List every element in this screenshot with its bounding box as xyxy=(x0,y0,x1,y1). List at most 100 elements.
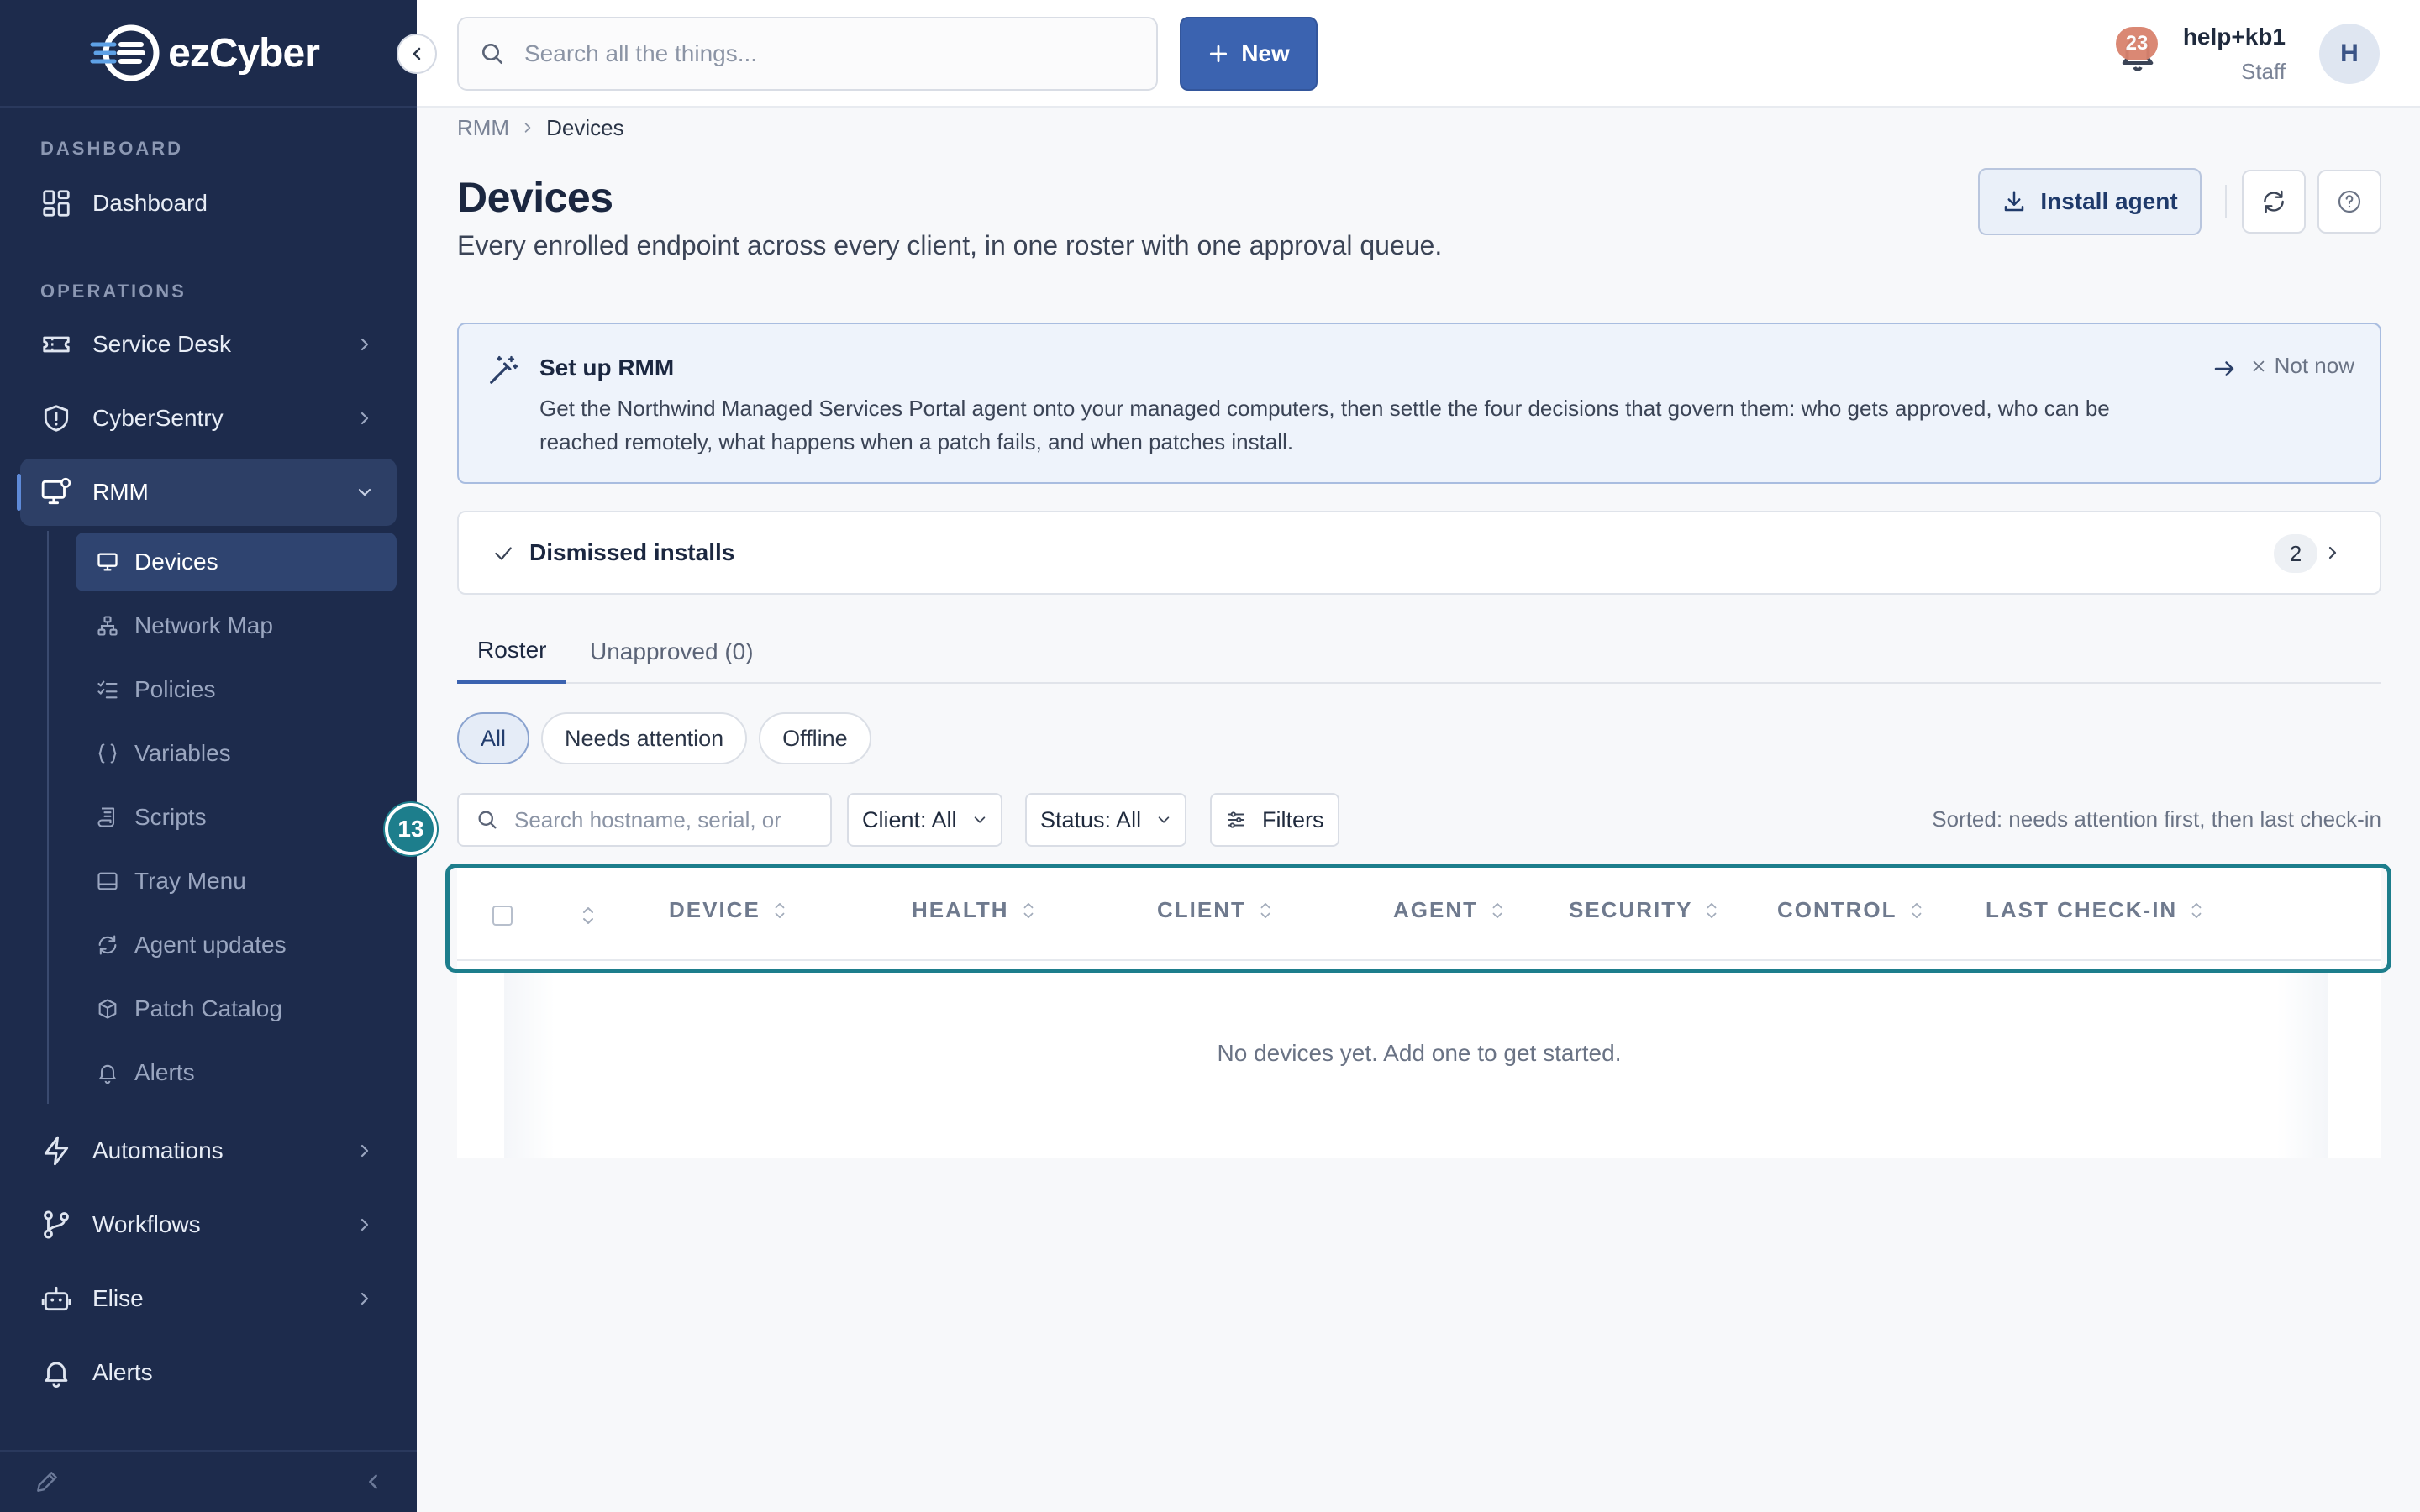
branch-icon xyxy=(44,1210,69,1239)
sidebar-item-workflows[interactable]: Workflows xyxy=(20,1191,397,1258)
app-logo[interactable]: ezCyber xyxy=(89,23,320,83)
pencil-icon[interactable] xyxy=(34,1468,60,1495)
breadcrumb-devices: Devices xyxy=(546,114,624,140)
sidebar-subitem-variables[interactable]: Variables xyxy=(76,724,397,783)
sidebar-subitem-patch-catalog[interactable]: Patch Catalog xyxy=(76,979,397,1038)
dismissed-installs-row[interactable]: Dismissed installs 2 xyxy=(457,511,2381,595)
sidebar-item-dashboard[interactable]: Dashboard xyxy=(20,170,397,237)
script-icon xyxy=(97,807,115,827)
client-filter-dropdown[interactable]: Client: All xyxy=(847,793,1002,847)
sidebar-subitem-policies[interactable]: Policies xyxy=(76,660,397,719)
refresh-button[interactable] xyxy=(2242,170,2306,234)
plus-icon xyxy=(1210,45,1228,63)
sidebar-item-cybersentry[interactable]: CyberSentry xyxy=(20,385,397,452)
sidebar-item-elise[interactable]: Elise xyxy=(20,1265,397,1332)
column-header-client[interactable]: CLIENT xyxy=(1157,897,1273,923)
sidebar-subitem-network-map[interactable]: Network Map xyxy=(76,596,397,655)
sidebar-item-rmm[interactable]: RMM xyxy=(17,459,397,526)
sidebar-item-label: Workflows xyxy=(92,1211,201,1237)
table-header-row: DEVICE HEALTH CLIENT AGENT SECURITY CONTROL LA… xyxy=(457,864,2381,961)
dismissed-installs-label: Dismissed installs xyxy=(529,539,735,565)
sidebar-item-service-desk[interactable]: Service Desk xyxy=(20,311,397,378)
column-header-device[interactable]: DEVICE xyxy=(669,897,787,923)
new-button-label: New xyxy=(1241,40,1290,66)
sort-description: Sorted: needs attention first, then last… xyxy=(1932,806,2381,832)
install-agent-button[interactable]: Install agent xyxy=(1978,168,2202,235)
bell-icon xyxy=(45,1362,68,1388)
chip-needs-attention[interactable]: Needs attention xyxy=(541,712,748,764)
sort-icon xyxy=(2191,902,2202,918)
tab-unapproved[interactable]: Unapproved (0) xyxy=(570,620,774,684)
quick-filter-chips: All Needs attention Offline xyxy=(457,712,871,764)
close-icon xyxy=(2253,360,2264,371)
column-header-label: DEVICE xyxy=(669,897,760,922)
chevron-left-icon[interactable] xyxy=(363,1472,383,1492)
magic-wand-icon xyxy=(490,355,518,384)
sort-icon xyxy=(1023,902,1033,918)
search-icon xyxy=(478,811,497,829)
column-header-control[interactable]: CONTROL xyxy=(1777,897,1924,923)
sidebar-subitem-label: Devices xyxy=(134,549,218,575)
column-header-label: HEALTH xyxy=(912,897,1009,922)
device-search[interactable] xyxy=(457,793,832,847)
tab-roster[interactable]: Roster xyxy=(457,620,567,684)
sidebar-subitem-scripts[interactable]: Scripts xyxy=(76,788,397,847)
sidebar-item-label: CyberSentry xyxy=(92,405,224,431)
chevron-right-icon xyxy=(524,123,531,133)
brand-bar: ezCyber xyxy=(0,0,437,108)
column-header-last-check-in[interactable]: LAST CHECK-IN xyxy=(1986,897,2204,923)
chip-offline[interactable]: Offline xyxy=(759,712,871,764)
arrow-right-icon[interactable] xyxy=(2212,356,2237,381)
help-button[interactable] xyxy=(2317,170,2381,234)
setup-card-title: Set up RMM xyxy=(539,354,675,381)
sort-icon[interactable] xyxy=(580,904,597,927)
not-now-button[interactable]: Not now xyxy=(2251,353,2354,379)
chevron-right-icon xyxy=(360,412,369,425)
sidebar-subitem-tray-menu[interactable]: Tray Menu xyxy=(76,852,397,911)
device-search-input[interactable] xyxy=(514,806,825,833)
breadcrumb-rmm[interactable]: RMM xyxy=(457,115,509,141)
ticket-icon xyxy=(43,336,70,353)
sidebar-item-automations[interactable]: Automations xyxy=(20,1117,397,1184)
list-check-icon xyxy=(97,680,118,699)
sidebar-subitem-devices[interactable]: Devices xyxy=(76,533,397,591)
main-content: RMM Devices Devices Every enrolled endpo… xyxy=(417,108,2420,1512)
sidebar-collapse-button[interactable] xyxy=(397,34,437,74)
column-header-agent[interactable]: AGENT xyxy=(1393,897,1505,923)
chevron-right-icon xyxy=(360,1144,369,1158)
filters-button[interactable]: Filters xyxy=(1210,793,1339,847)
section-label-dashboard: DASHBOARD xyxy=(40,138,183,159)
search-icon xyxy=(482,44,502,64)
avatar[interactable]: H xyxy=(2319,24,2380,84)
tray-icon xyxy=(97,872,118,890)
download-icon xyxy=(2005,191,2024,212)
user-role: Staff xyxy=(2240,59,2286,84)
package-icon xyxy=(98,999,117,1019)
column-header-label: AGENT xyxy=(1393,897,1478,922)
sidebar-item-alerts[interactable]: Alerts xyxy=(20,1339,397,1406)
column-header-security[interactable]: SECURITY xyxy=(1569,897,1719,923)
select-all-checkbox[interactable] xyxy=(492,906,513,926)
sidebar-subitem-agent-updates[interactable]: Agent updates xyxy=(76,916,397,974)
sidebar-subitem-label: Scripts xyxy=(134,804,207,830)
user-name: help+kb1 xyxy=(2182,24,2286,50)
column-header-health[interactable]: HEALTH xyxy=(912,897,1036,923)
roster-tabs: Roster Unapproved (0) xyxy=(457,620,2381,684)
step-number-badge: 13 xyxy=(385,803,437,855)
refresh-icon xyxy=(98,935,117,955)
shield-icon xyxy=(44,405,69,432)
sidebar-subitem-alerts[interactable]: Alerts xyxy=(76,1043,397,1102)
breadcrumb: RMM Devices xyxy=(457,111,624,144)
dashboard-grid-icon xyxy=(43,190,70,217)
global-search[interactable] xyxy=(457,17,1158,91)
submenu-guide-line xyxy=(47,531,49,1104)
new-button[interactable]: New xyxy=(1180,17,1318,91)
global-search-input[interactable] xyxy=(524,40,1146,67)
status-filter-dropdown[interactable]: Status: All xyxy=(1025,793,1187,847)
chevron-down-icon xyxy=(974,816,985,823)
sidebar-subitem-label: Agent updates xyxy=(134,932,287,958)
client-filter-label: Client: All xyxy=(862,806,957,832)
chevron-right-icon xyxy=(360,338,369,351)
braces-icon xyxy=(98,743,117,764)
chip-all[interactable]: All xyxy=(457,712,530,764)
